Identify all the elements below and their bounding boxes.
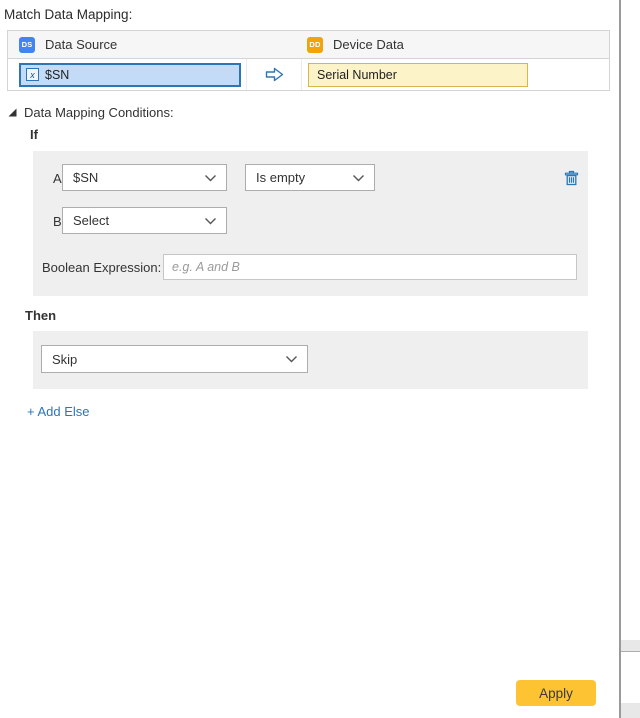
then-action-panel: Skip xyxy=(33,331,588,389)
condition-a-operator-select[interactable]: Is empty xyxy=(245,164,375,191)
condition-a-operator-value: Is empty xyxy=(256,170,305,185)
conditions-section-label: Data Mapping Conditions: xyxy=(24,105,174,120)
condition-a-label: A xyxy=(53,171,62,186)
add-else-link[interactable]: + Add Else xyxy=(27,404,90,419)
condition-b-field-select[interactable]: Select xyxy=(62,207,227,234)
right-edge-block-bottom xyxy=(621,703,640,718)
target-field-value: Serial Number xyxy=(317,68,397,82)
chevron-down-icon xyxy=(204,217,217,225)
trash-icon xyxy=(564,170,579,186)
device-data-badge-icon: DD xyxy=(307,37,323,53)
arrow-cell xyxy=(247,59,302,90)
page-title: Match Data Mapping: xyxy=(4,7,132,22)
data-source-badge-icon: DS xyxy=(19,37,35,53)
source-field-value: $SN xyxy=(45,68,69,82)
arrow-right-icon xyxy=(265,67,284,82)
condition-b-field-value: Select xyxy=(73,213,109,228)
collapse-triangle-icon xyxy=(8,108,17,117)
mapping-table: DS Data Source DD Device Data x $SN xyxy=(7,30,610,91)
chevron-down-icon xyxy=(352,174,365,182)
right-edge-block-top xyxy=(621,640,640,652)
target-cell: Serial Number xyxy=(302,59,609,90)
column-data-source: DS Data Source xyxy=(8,37,301,53)
target-field-chip[interactable]: Serial Number xyxy=(308,63,528,87)
chevron-down-icon xyxy=(204,174,217,182)
match-data-mapping-panel: Match Data Mapping: DS Data Source DD De… xyxy=(0,0,640,718)
variable-icon: x xyxy=(26,68,39,81)
source-field-chip[interactable]: x $SN xyxy=(19,63,241,87)
delete-condition-button[interactable] xyxy=(562,169,580,187)
condition-b-label: B xyxy=(53,214,62,229)
condition-a-field-value: $SN xyxy=(73,170,98,185)
if-label: If xyxy=(30,127,38,142)
column-device-data: DD Device Data xyxy=(301,37,609,53)
if-conditions-panel: A $SN Is empty B Select xyxy=(33,151,588,296)
device-data-column-label: Device Data xyxy=(333,37,404,52)
source-cell: x $SN xyxy=(8,59,247,90)
boolean-expression-input[interactable] xyxy=(163,254,577,280)
chevron-down-icon xyxy=(285,355,298,363)
data-source-column-label: Data Source xyxy=(45,37,117,52)
then-action-select[interactable]: Skip xyxy=(41,345,308,373)
then-action-value: Skip xyxy=(52,352,77,367)
apply-button[interactable]: Apply xyxy=(516,680,596,706)
vertical-divider xyxy=(619,0,621,718)
conditions-section-header[interactable]: Data Mapping Conditions: xyxy=(8,105,174,120)
mapping-table-header: DS Data Source DD Device Data xyxy=(8,31,609,59)
mapping-row: x $SN Serial Number xyxy=(8,59,609,90)
boolean-expression-label: Boolean Expression: xyxy=(42,260,161,275)
then-label: Then xyxy=(25,308,56,323)
condition-a-field-select[interactable]: $SN xyxy=(62,164,227,191)
